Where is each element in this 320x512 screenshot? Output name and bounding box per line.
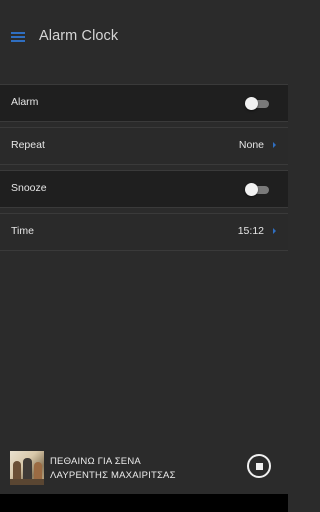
- setting-label-repeat: Repeat: [11, 139, 45, 151]
- setting-label-alarm: Alarm: [11, 96, 39, 108]
- setting-row-alarm[interactable]: Alarm: [0, 84, 288, 122]
- now-playing-bar: ΠΕΘΑΙΝΩ ΓΙΑ ΣΕΝΑ ΛΑΥΡΕΝΤΗΣ ΜΑΧΑΙΡΙΤΣΑΣ: [0, 446, 288, 492]
- setting-row-time[interactable]: Time 15:12: [0, 213, 288, 251]
- album-art[interactable]: [10, 451, 44, 485]
- toggle-knob: [245, 97, 258, 110]
- hamburger-menu-icon[interactable]: [11, 30, 27, 44]
- chevron-right-icon: [273, 228, 276, 234]
- toggle-knob: [245, 183, 258, 196]
- snooze-toggle[interactable]: [245, 183, 269, 196]
- track-title: ΠΕΘΑΙΝΩ ΓΙΑ ΣΕΝΑ: [50, 456, 141, 467]
- alarm-clock-screen: Alarm Clock Alarm Repeat None Snooze Tim…: [0, 0, 288, 512]
- system-nav-bar: [0, 494, 288, 512]
- setting-label-time: Time: [11, 225, 34, 237]
- chevron-right-icon: [273, 142, 276, 148]
- setting-value-repeat: None: [238, 139, 264, 151]
- stop-icon: [256, 463, 263, 470]
- setting-row-repeat[interactable]: Repeat None: [0, 127, 288, 165]
- app-bar: Alarm Clock: [0, 0, 288, 74]
- setting-row-snooze[interactable]: Snooze: [0, 170, 288, 208]
- page-title: Alarm Clock: [39, 28, 119, 44]
- alarm-toggle[interactable]: [245, 97, 269, 110]
- track-artist: ΛΑΥΡΕΝΤΗΣ ΜΑΧΑΙΡΙΤΣΑΣ: [50, 470, 176, 481]
- setting-value-time: 15:12: [237, 225, 264, 237]
- setting-label-snooze: Snooze: [11, 182, 47, 194]
- stop-button[interactable]: [247, 454, 271, 478]
